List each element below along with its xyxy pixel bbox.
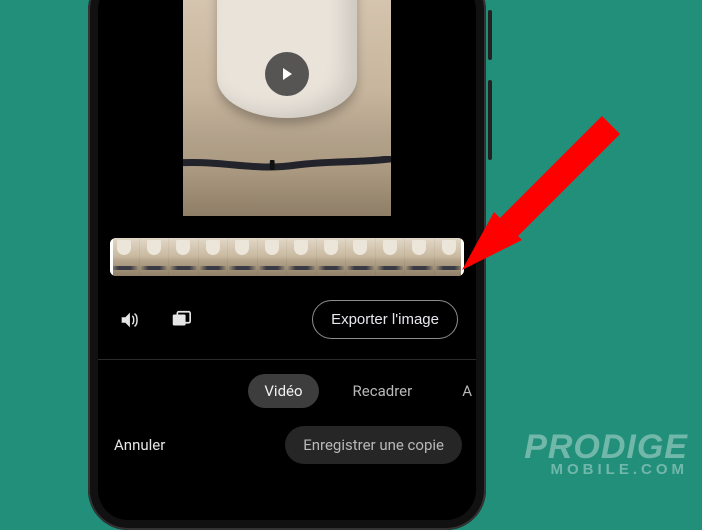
bottom-bar: Annuler Enregistrer une copie [98, 416, 476, 464]
watermark-line2: MOBILE.COM [524, 463, 688, 477]
trim-handle-right[interactable] [461, 238, 464, 276]
timeline-thumb [405, 238, 435, 276]
frames-icon [170, 309, 192, 331]
save-copy-button[interactable]: Enregistrer une copie [285, 426, 462, 464]
export-frame-button[interactable]: Exporter l'image [312, 300, 458, 339]
edit-tabs: Vidéo Recadrer A [98, 368, 476, 416]
timeline-thumb [199, 238, 229, 276]
video-frame[interactable] [183, 0, 391, 216]
timeline-container [98, 216, 476, 286]
cancel-button[interactable]: Annuler [110, 426, 169, 464]
watermark: PRODIGE MOBILE.COM [524, 432, 688, 476]
trim-handle-left[interactable] [110, 238, 113, 276]
timeline-thumb [228, 238, 258, 276]
timeline-thumb [140, 238, 170, 276]
timeline-thumb [169, 238, 199, 276]
tab-crop[interactable]: Recadrer [337, 374, 429, 408]
volume-button[interactable] [116, 307, 142, 333]
video-timeline[interactable] [110, 238, 464, 276]
video-cable [183, 156, 391, 174]
play-icon [279, 66, 295, 82]
watermark-line1: PRODIGE [524, 432, 688, 463]
timeline-thumb [110, 238, 140, 276]
timeline-thumb [435, 238, 465, 276]
tab-adjust[interactable]: A [446, 374, 472, 408]
timeline-thumb [376, 238, 406, 276]
timeline-thumb [346, 238, 376, 276]
divider [98, 359, 476, 360]
timeline-thumb [287, 238, 317, 276]
phone-frame: Exporter l'image Vidéo Recadrer A Annule… [88, 0, 486, 530]
controls-row: Exporter l'image [98, 286, 476, 357]
play-button[interactable] [265, 52, 309, 96]
frames-button[interactable] [168, 307, 194, 333]
timeline-thumb [258, 238, 288, 276]
volume-icon [118, 309, 140, 331]
screen: Exporter l'image Vidéo Recadrer A Annule… [98, 0, 476, 520]
timeline-thumb [317, 238, 347, 276]
video-preview [98, 0, 476, 216]
tab-video[interactable]: Vidéo [248, 374, 318, 408]
